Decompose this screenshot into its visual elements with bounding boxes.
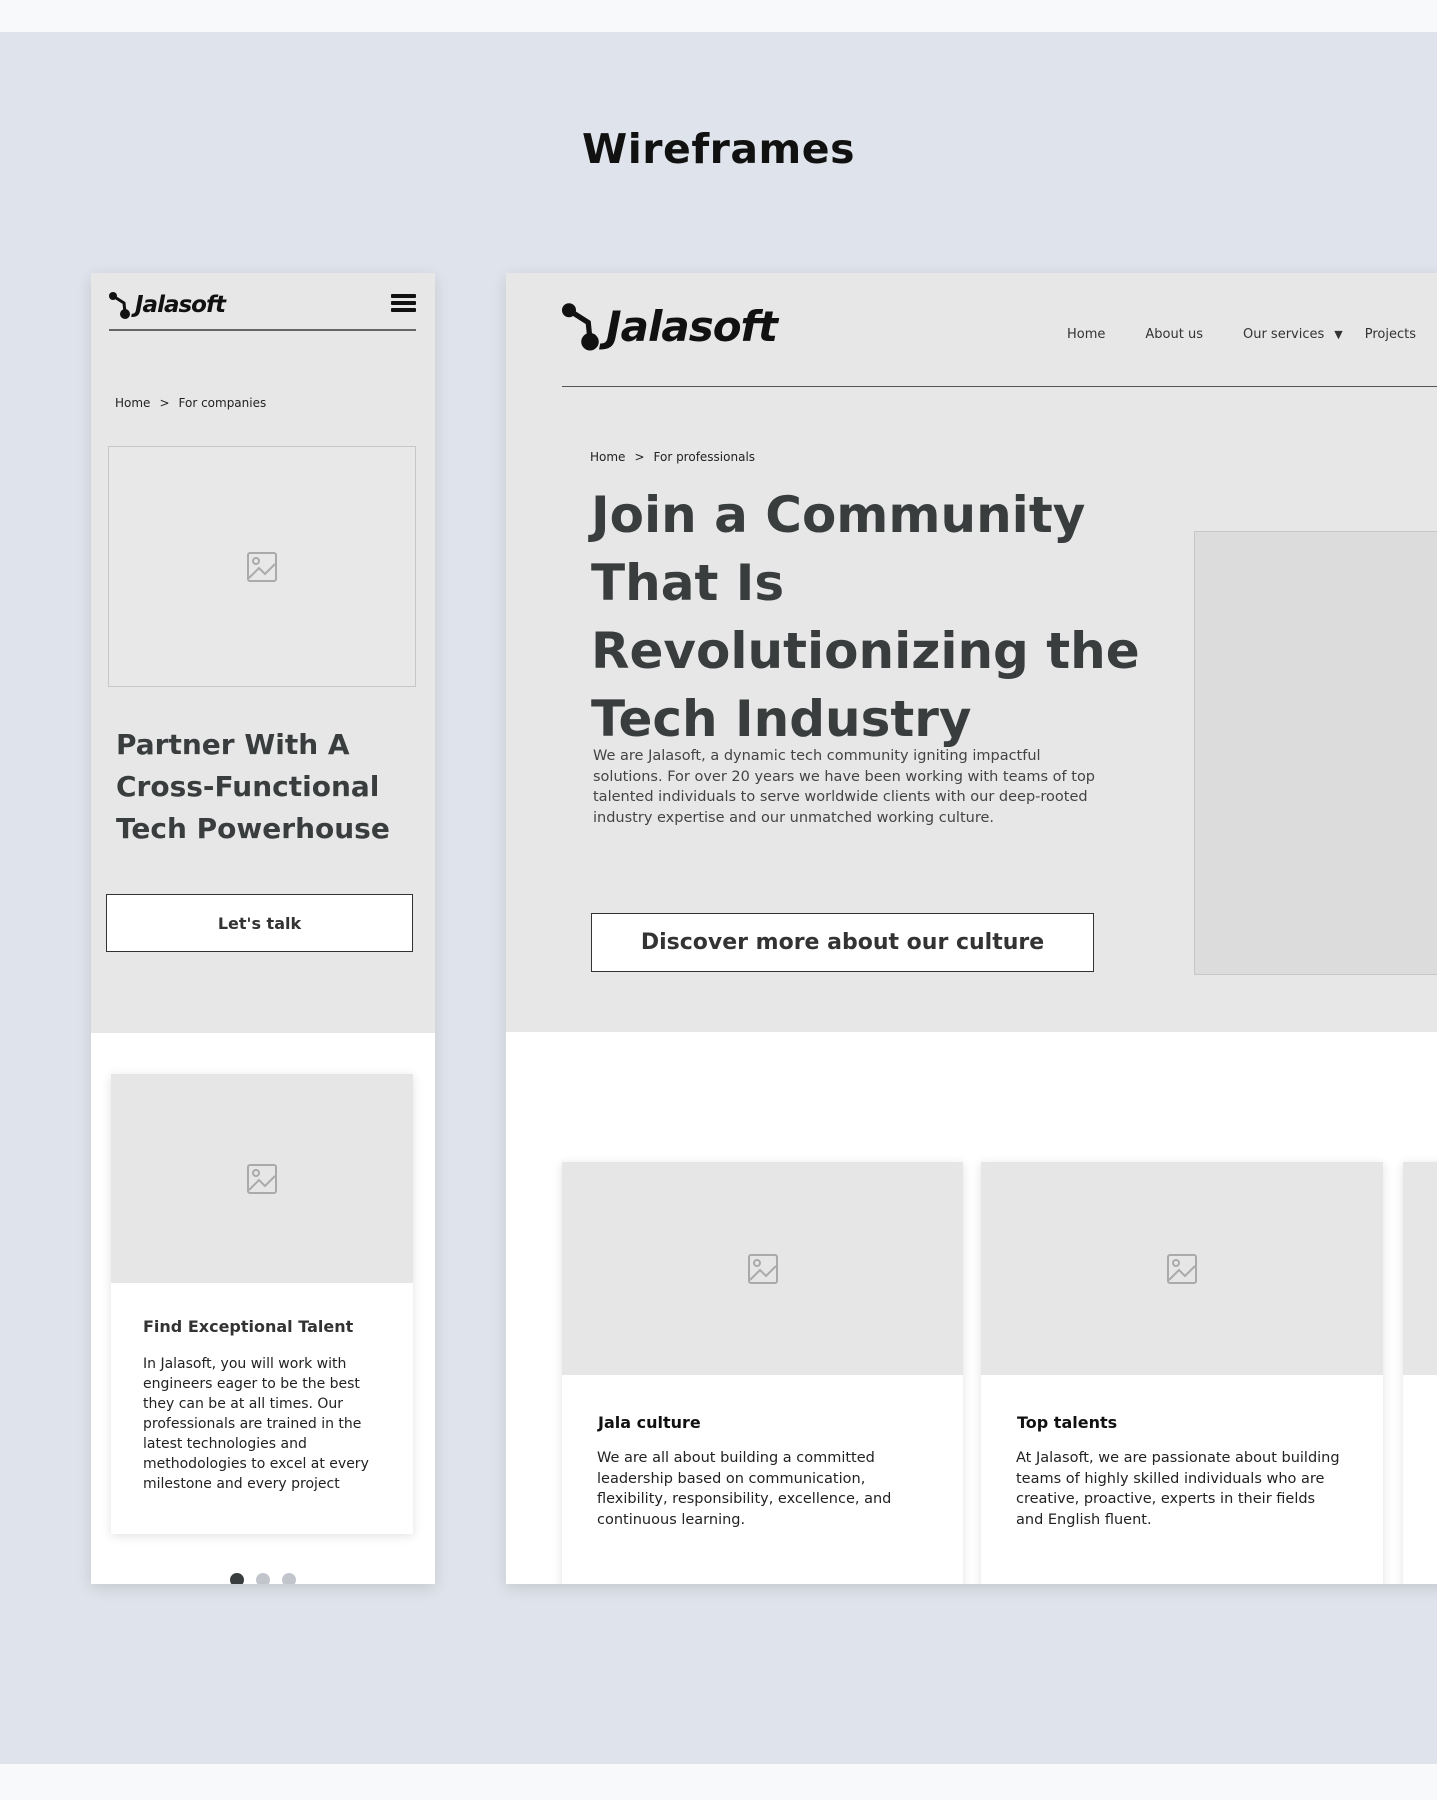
discover-culture-button[interactable]: Discover more about our culture (591, 913, 1094, 972)
nav-about-us[interactable]: About us (1145, 327, 1203, 342)
nav-home[interactable]: Home (1067, 327, 1105, 342)
image-placeholder-icon (747, 1253, 778, 1284)
carousel-dot-3[interactable] (282, 1573, 296, 1584)
hamburger-menu-icon[interactable] (391, 294, 416, 314)
mobile-logo-text: Jalasoft (135, 292, 226, 318)
page-title: Wireframes (582, 125, 855, 173)
desktop-wireframe: Jalasoft Home About us Our services ▼ Pr… (506, 273, 1437, 1584)
desktop-feature-card-1[interactable]: Jala culture We are all about building a… (562, 1162, 963, 1584)
carousel-dot-1[interactable] (230, 1573, 244, 1584)
mobile-card-title: Find Exceptional Talent (143, 1317, 354, 1336)
mobile-wireframe: Jalasoft Home > For companies Partner Wi… (91, 273, 435, 1584)
carousel-dot-2[interactable] (256, 1573, 270, 1584)
card-image-placeholder (562, 1162, 963, 1375)
caret-down-icon: ▼ (1334, 328, 1343, 341)
card-image-placeholder (1403, 1162, 1437, 1375)
mobile-card-text: In Jalasoft, you will work with engineer… (143, 1356, 369, 1492)
desktop-hero-image-placeholder (1194, 531, 1437, 975)
desktop-logo[interactable]: Jalasoft (562, 301, 778, 351)
breadcrumb-current: For companies (178, 396, 267, 410)
breadcrumb-separator: > (634, 450, 645, 464)
logo-mark-icon (109, 292, 130, 319)
breadcrumb-home-link[interactable]: Home (115, 396, 150, 410)
image-placeholder-icon (247, 1163, 277, 1194)
mobile-logo[interactable]: Jalasoft (109, 291, 226, 319)
lets-talk-button[interactable]: Let's talk (106, 894, 413, 952)
logo-mark-icon (562, 303, 599, 351)
breadcrumb-home-link[interactable]: Home (590, 450, 625, 464)
card-text: We are all about building a committed le… (597, 1450, 892, 1528)
mobile-card-image-placeholder (111, 1074, 413, 1283)
card-image-placeholder (981, 1162, 1383, 1375)
mobile-hero-title: Partner With A Cross-Functional Tech Pow… (116, 728, 390, 845)
desktop-feature-card-3-partial[interactable] (1403, 1162, 1437, 1584)
card-title: Jala culture (598, 1413, 701, 1432)
desktop-breadcrumb: Home > For professionals (590, 450, 755, 464)
nav-projects[interactable]: Projects (1365, 327, 1416, 342)
desktop-header: Jalasoft Home About us Our services ▼ Pr… (562, 273, 1437, 387)
breadcrumb-current: For professionals (653, 450, 756, 464)
card-title: Top talents (1017, 1413, 1118, 1432)
image-placeholder-icon (1167, 1253, 1197, 1284)
nav-our-services[interactable]: Our services ▼ (1243, 327, 1343, 342)
image-placeholder-icon (247, 551, 277, 582)
desktop-logo-text: Jalasoft (606, 301, 778, 351)
mobile-feature-card[interactable]: Find Exceptional Talent In Jalasoft, you… (111, 1074, 413, 1534)
breadcrumb-separator: > (159, 396, 170, 410)
desktop-hero-text: We are Jalasoft, a dynamic tech communit… (593, 748, 1096, 826)
mobile-header: Jalasoft (109, 291, 416, 331)
desktop-nav: Home About us Our services ▼ Projects (1067, 327, 1416, 342)
desktop-hero-title: Join a Community That Is Revolutionizing… (591, 486, 1140, 748)
mobile-hero-image-placeholder (108, 446, 416, 687)
card-text: At Jalasoft, we are passionate about bui… (1016, 1450, 1340, 1528)
mobile-breadcrumb: Home > For companies (115, 396, 266, 410)
carousel-dots (91, 1573, 435, 1584)
desktop-feature-card-2[interactable]: Top talents At Jalasoft, we are passiona… (981, 1162, 1383, 1584)
nav-our-services-label: Our services (1242, 327, 1325, 342)
wireframe-canvas: Wireframes Jalasoft Home > For companies (0, 32, 1437, 1764)
